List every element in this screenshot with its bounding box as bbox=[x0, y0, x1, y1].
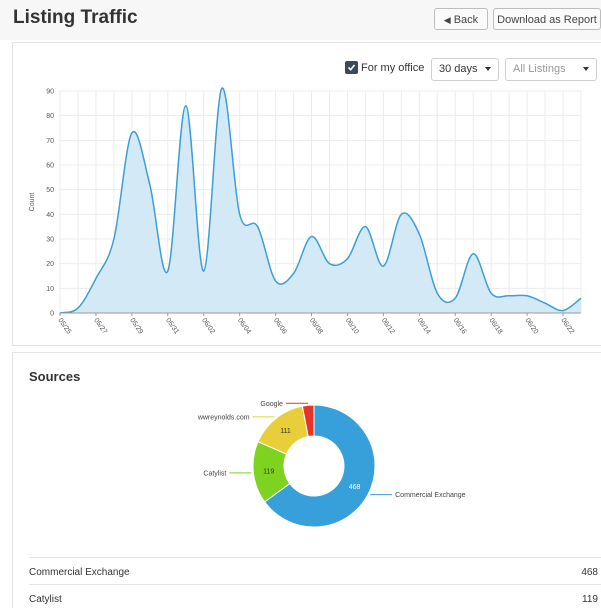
x-tick-label: 06/22 bbox=[559, 317, 575, 335]
donut-category-label: Catylist bbox=[203, 470, 226, 477]
page-title: Listing Traffic bbox=[13, 7, 138, 28]
y-tick-label: 50 bbox=[46, 187, 54, 194]
x-tick-label: 06/20 bbox=[523, 317, 539, 335]
donut-value-label: 119 bbox=[263, 468, 274, 475]
header-bar: Listing Traffic ◀ Back Download as Report bbox=[0, 0, 601, 40]
x-tick-label: 06/18 bbox=[488, 317, 504, 335]
x-tick-label: 06/10 bbox=[344, 317, 360, 335]
sources-donut-chart: 468 Commercial Exchange 119 Catylist 111 wwre… bbox=[197, 401, 466, 528]
y-tick-label: 40 bbox=[46, 212, 54, 219]
x-tick-label: 06/16 bbox=[452, 317, 468, 335]
source-count: 119 bbox=[582, 594, 598, 605]
x-tick-label: 05/29 bbox=[128, 317, 144, 335]
x-tick-label: 06/12 bbox=[380, 317, 396, 335]
x-tick-label: 06/02 bbox=[200, 317, 216, 335]
sources-panel: Sources 468 Commercial Exchange 119 Catylis… bbox=[12, 352, 601, 608]
x-tick-label: 06/08 bbox=[308, 317, 324, 335]
y-tick-label: 20 bbox=[46, 261, 54, 268]
y-tick-label: 60 bbox=[46, 163, 54, 170]
donut-value-label: 111 bbox=[280, 428, 291, 435]
source-count: 468 bbox=[581, 567, 598, 578]
traffic-area-fill bbox=[60, 87, 581, 313]
download-report-button[interactable]: Download as Report bbox=[493, 8, 601, 30]
y-tick-label: 70 bbox=[46, 138, 54, 145]
back-button[interactable]: ◀ Back bbox=[434, 8, 488, 30]
source-name: Commercial Exchange bbox=[29, 567, 130, 578]
x-tick-label: 05/25 bbox=[56, 317, 72, 335]
y-tick-label: 80 bbox=[46, 113, 54, 120]
donut-value-label: 468 bbox=[349, 484, 361, 491]
traffic-area-chart: 0 10 20 30 40 50 60 70 80 90 Count 05/25 05/27 05/29 0… bbox=[29, 87, 582, 336]
source-name: Catylist bbox=[29, 594, 62, 605]
y-tick-label: 0 bbox=[50, 311, 54, 318]
x-tick-label: 06/14 bbox=[416, 317, 432, 335]
donut-category-label: Commercial Exchange bbox=[395, 492, 466, 499]
x-tick-label: 06/04 bbox=[236, 317, 252, 335]
donut-category-label: Google bbox=[260, 401, 283, 408]
x-tick-label: 05/27 bbox=[92, 317, 108, 335]
x-tick-label: 05/31 bbox=[164, 317, 180, 335]
y-tick-label: 30 bbox=[46, 237, 54, 244]
x-tick-label: 06/06 bbox=[272, 317, 288, 335]
y-tick-label: 10 bbox=[46, 286, 54, 293]
source-row: Commercial Exchange 468 bbox=[29, 557, 601, 584]
y-axis-label: Count bbox=[29, 193, 36, 212]
arrow-left-icon: ◀ bbox=[443, 15, 451, 25]
y-tick-label: 90 bbox=[46, 89, 54, 96]
traffic-chart-panel: For my office 30 days All Listings 0 10 20… bbox=[12, 42, 601, 346]
back-button-label: Back bbox=[453, 14, 479, 26]
donut-category-label: wwreynolds.com bbox=[197, 414, 250, 421]
